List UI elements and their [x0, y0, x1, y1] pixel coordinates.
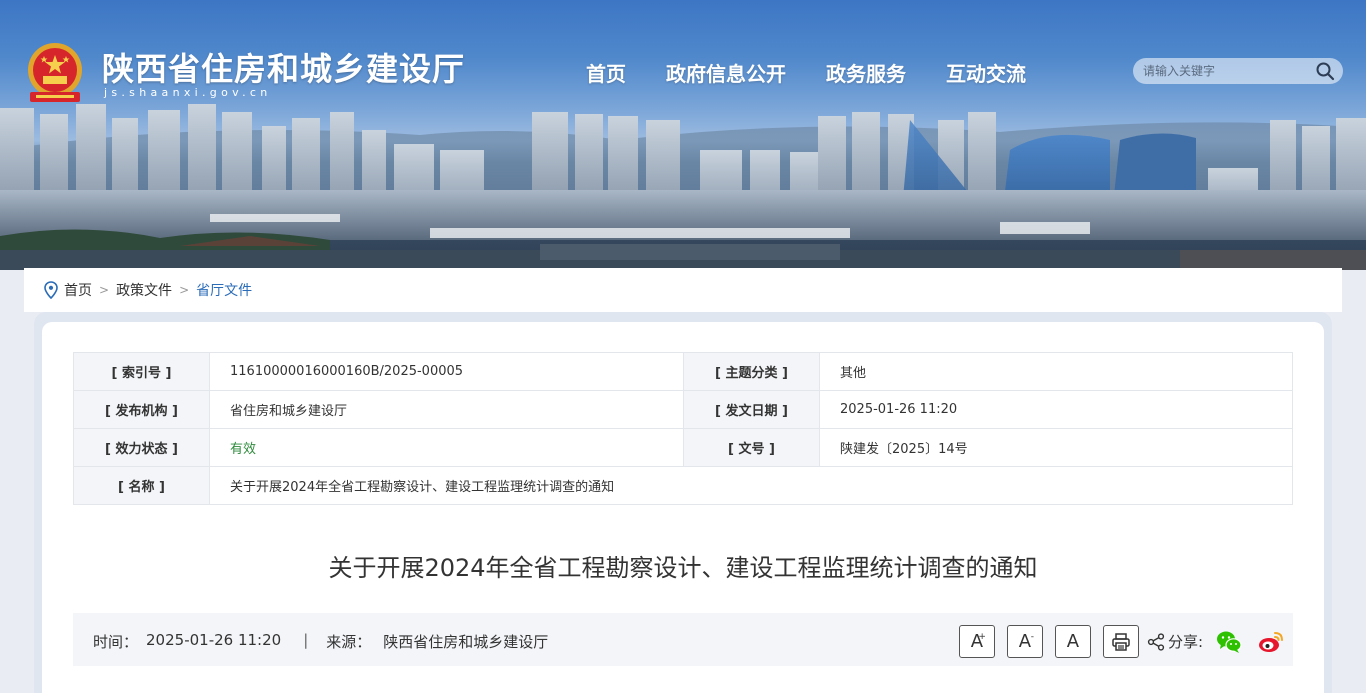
- breadcrumb-bar: 首页 > 政策文件 > 省厅文件: [24, 268, 1342, 312]
- breadcrumb-policy-docs[interactable]: 政策文件: [116, 280, 172, 300]
- nav-item-services[interactable]: 政务服务: [826, 58, 906, 87]
- breadcrumb-separator: >: [99, 283, 110, 297]
- time-label: 时间：: [93, 633, 139, 651]
- docno-label: [ 文号 ]: [683, 428, 820, 467]
- breadcrumb-separator: >: [179, 283, 190, 297]
- font-increase-button[interactable]: A +: [958, 625, 995, 658]
- source-label: 来源：: [326, 633, 372, 651]
- city-skyline-image: [0, 104, 1366, 270]
- docno-value: 陕建发〔2025〕14号: [819, 428, 1293, 467]
- document-meta-table: [ 索引号 ] 11610000016000160B/2025-00005 [ …: [73, 352, 1293, 505]
- date-value: 2025-01-26 11:20: [819, 390, 1293, 429]
- table-row: [ 名称 ] 关于开展2024年全省工程勘察设计、建设工程监理统计调查的通知: [73, 466, 1293, 505]
- font-reset-button[interactable]: A: [1054, 625, 1091, 658]
- nav-item-gov-info[interactable]: 政府信息公开: [666, 58, 786, 87]
- share-icon: [1147, 632, 1165, 651]
- font-decrease-button[interactable]: A-: [1006, 625, 1043, 658]
- share-text: 分享:: [1167, 633, 1203, 651]
- search-box: [1133, 58, 1343, 84]
- font-decrease-label: A: [1018, 631, 1032, 652]
- main-nav: 首页 政府信息公开 政务服务 互动交流: [586, 58, 1066, 87]
- date-label: [ 发文日期 ]: [683, 390, 820, 429]
- location-pin-icon: [44, 281, 58, 299]
- national-emblem-logo: [28, 43, 82, 102]
- search-input[interactable]: [1143, 61, 1303, 81]
- article-tools: A + A- A 分享:: [958, 625, 1285, 658]
- plus-icon: +: [978, 632, 986, 642]
- print-button[interactable]: [1102, 625, 1139, 658]
- breadcrumb-home[interactable]: 首页: [64, 280, 92, 300]
- article-info-bar: 时间： 2025-01-26 11:20 | 来源： 陕西省住房和城乡建设厅 A…: [73, 613, 1293, 666]
- font-reset-label: A: [1066, 631, 1080, 652]
- nav-item-home[interactable]: 首页: [586, 58, 626, 87]
- printer-icon: [1112, 632, 1130, 651]
- site-domain: js.shaanxi.gov.cn: [104, 86, 272, 99]
- minus-icon: -: [1030, 632, 1034, 642]
- table-row: [ 发布机构 ] 省住房和城乡建设厅 [ 发文日期 ] 2025-01-26 1…: [73, 390, 1293, 429]
- article-meta: 时间： 2025-01-26 11:20 | 来源： 陕西省住房和城乡建设厅: [93, 631, 548, 652]
- site-title[interactable]: 陕西省住房和城乡建设厅: [102, 44, 465, 90]
- topic-value: 其他: [819, 352, 1293, 391]
- status-value: 有效: [209, 428, 684, 467]
- table-row: [ 效力状态 ] 有效 [ 文号 ] 陕建发〔2025〕14号: [73, 428, 1293, 467]
- wechat-icon[interactable]: [1215, 628, 1243, 656]
- article-title: 关于开展2024年全省工程勘察设计、建设工程监理统计调查的通知: [328, 554, 1038, 582]
- breadcrumb-dept-docs[interactable]: 省厅文件: [196, 280, 252, 300]
- breadcrumb: 首页 > 政策文件 > 省厅文件: [44, 280, 252, 300]
- search-icon[interactable]: [1315, 61, 1335, 81]
- header-banner: 陕西省住房和城乡建设厅 js.shaanxi.gov.cn 首页 政府信息公开 …: [0, 0, 1366, 270]
- nav-item-interaction[interactable]: 互动交流: [946, 58, 1026, 87]
- name-value: 关于开展2024年全省工程勘察设计、建设工程监理统计调查的通知: [209, 466, 1293, 505]
- topic-label: [ 主题分类 ]: [683, 352, 820, 391]
- index-value: 11610000016000160B/2025-00005: [209, 352, 684, 391]
- source-value: 陕西省住房和城乡建设厅: [383, 633, 549, 651]
- time-value: 2025-01-26 11:20: [146, 631, 282, 649]
- org-label: [ 发布机构 ]: [73, 390, 210, 429]
- table-row: [ 索引号 ] 11610000016000160B/2025-00005 [ …: [73, 352, 1293, 391]
- org-value: 省住房和城乡建设厅: [209, 390, 684, 429]
- share-label: 分享:: [1147, 631, 1203, 652]
- index-label: [ 索引号 ]: [73, 352, 210, 391]
- name-label: [ 名称 ]: [73, 466, 210, 505]
- meta-divider: |: [303, 631, 309, 649]
- status-label: [ 效力状态 ]: [73, 428, 210, 467]
- weibo-icon[interactable]: [1257, 628, 1285, 656]
